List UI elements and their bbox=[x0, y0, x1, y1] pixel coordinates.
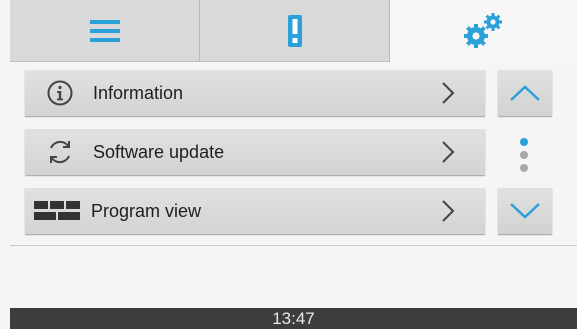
menu-item-label: Program view bbox=[91, 200, 202, 221]
tab-menu[interactable] bbox=[10, 0, 200, 62]
chevron-up-icon bbox=[510, 85, 540, 101]
tab-device[interactable] bbox=[200, 0, 390, 62]
info-circle-icon bbox=[47, 80, 73, 106]
device-alert-icon bbox=[287, 14, 302, 47]
settings-screen: Information Software update Program view… bbox=[0, 0, 577, 329]
tab-bar bbox=[10, 0, 577, 62]
menu-item-program-view[interactable]: Program view bbox=[25, 188, 485, 234]
chevron-right-icon bbox=[442, 200, 455, 222]
scroll-dot bbox=[520, 151, 528, 159]
chevron-right-icon bbox=[442, 141, 455, 163]
sync-icon bbox=[50, 140, 70, 164]
chevron-down-icon bbox=[510, 203, 540, 219]
scroll-down-button[interactable] bbox=[498, 188, 552, 234]
scroll-dot-active bbox=[520, 138, 528, 146]
menu-item-software-update[interactable]: Software update bbox=[25, 129, 485, 175]
gears-icon bbox=[463, 13, 502, 48]
menu-item-label: Information bbox=[93, 82, 184, 103]
status-bar: 13:47 bbox=[10, 308, 577, 329]
chevron-right-icon bbox=[442, 82, 455, 104]
scroll-position-indicator bbox=[519, 136, 531, 176]
clock: 13:47 bbox=[272, 308, 315, 328]
grid-icon bbox=[34, 201, 80, 220]
menu-lines-icon bbox=[89, 19, 120, 42]
scroll-dot bbox=[520, 164, 528, 172]
menu-item-information[interactable]: Information bbox=[25, 70, 485, 116]
scroll-up-button[interactable] bbox=[498, 70, 552, 116]
tab-settings[interactable] bbox=[390, 0, 577, 62]
menu-item-label: Software update bbox=[93, 141, 225, 162]
divider bbox=[10, 245, 577, 246]
